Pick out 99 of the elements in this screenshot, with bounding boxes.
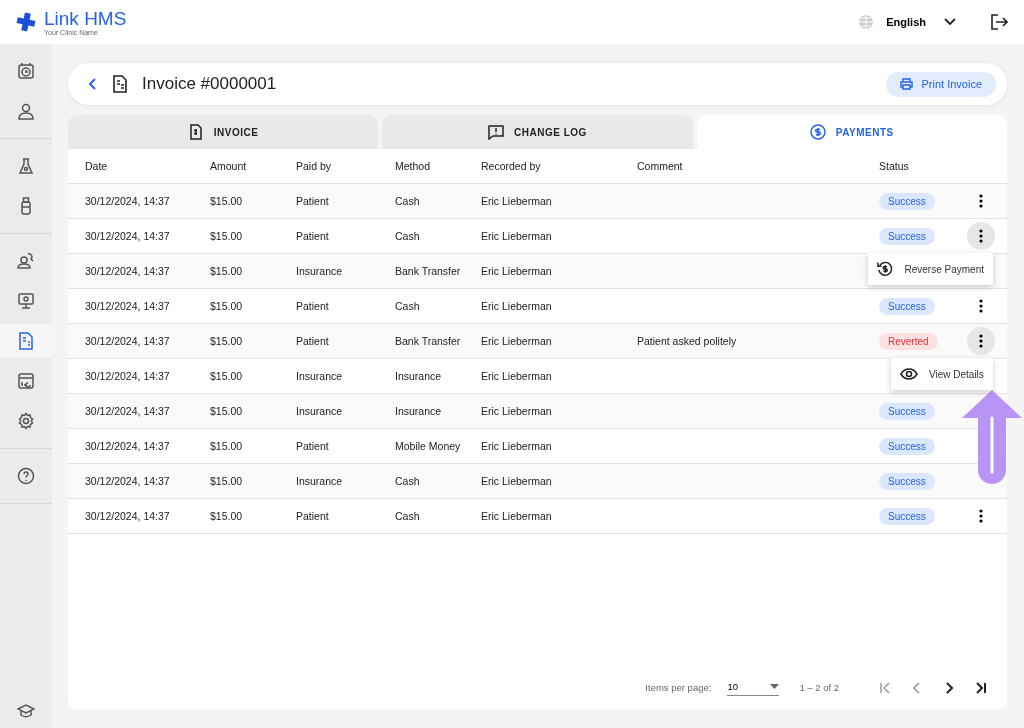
table-cell-text: Insurance bbox=[296, 265, 344, 277]
table-cell-text: Cash bbox=[395, 475, 421, 487]
table-cell-text: Eric Lieberman bbox=[481, 370, 553, 382]
table-cell-text: 30/12/2024, 14:37 bbox=[85, 335, 171, 347]
column-header: Amount bbox=[210, 160, 248, 172]
column-header: Comment bbox=[637, 160, 684, 172]
table-cell-text: Cash bbox=[395, 195, 421, 207]
page-range: 1 – 2 of 2 bbox=[799, 682, 839, 693]
table-cell-text: Eric Lieberman bbox=[481, 195, 553, 207]
menu-item[interactable]: Reverse Payment bbox=[868, 253, 993, 285]
table-cell-text: Insurance bbox=[395, 405, 443, 417]
table-cell-text: Patient bbox=[296, 300, 330, 312]
table-cell-text: Patient bbox=[296, 440, 330, 452]
tab[interactable]: CHANGE LOG bbox=[382, 115, 693, 149]
table-cell-text: $15.00 bbox=[210, 195, 244, 207]
column-header: Status bbox=[879, 160, 910, 172]
invoice-nav-icon[interactable] bbox=[0, 324, 52, 358]
table-cell-text: 30/12/2024, 14:37 bbox=[85, 370, 171, 382]
globe-icon bbox=[858, 14, 875, 30]
back-icon[interactable] bbox=[88, 77, 98, 91]
menu-item[interactable]: View Details bbox=[891, 358, 993, 390]
table-cell-text: 30/12/2024, 14:37 bbox=[85, 475, 171, 487]
status-badge: Success bbox=[879, 472, 935, 490]
print-button[interactable]: Print Invoice bbox=[886, 71, 996, 97]
page-title: Invoice #0000001 bbox=[142, 74, 277, 94]
table-cell-text: Patient bbox=[296, 195, 330, 207]
graduation-cap-icon[interactable] bbox=[17, 703, 35, 719]
table-cell-text: Cash bbox=[395, 510, 421, 522]
document-icon bbox=[112, 75, 128, 93]
status-badge: Reverted bbox=[879, 332, 938, 350]
dollar-icon bbox=[809, 124, 826, 140]
table-cell-text: Eric Lieberman bbox=[481, 335, 553, 347]
table-cell-text: Cash bbox=[395, 230, 421, 242]
logo-icon bbox=[16, 12, 36, 32]
status-badge: Success bbox=[879, 227, 935, 245]
page-size-select[interactable]: 10 bbox=[727, 679, 780, 696]
table-cell-text: Cash bbox=[395, 300, 421, 312]
language-select[interactable]: English bbox=[886, 16, 956, 28]
table-cell-text: Eric Lieberman bbox=[481, 440, 553, 452]
app-name: Link HMS bbox=[44, 8, 127, 28]
table-cell-text: Eric Lieberman bbox=[481, 265, 553, 277]
column-header: Recorded by bbox=[481, 160, 542, 172]
table-cell-text: Patient asked politely bbox=[637, 335, 738, 347]
chevron-down-icon bbox=[944, 18, 956, 26]
table-cell-text: Patient bbox=[296, 230, 330, 242]
last-page-icon[interactable] bbox=[975, 681, 987, 694]
table-cell-text: $15.00 bbox=[210, 300, 244, 312]
logout-icon[interactable] bbox=[990, 14, 1008, 30]
column-header: Date bbox=[85, 160, 109, 172]
status-badge: Success bbox=[879, 297, 935, 315]
status-badge: Success bbox=[879, 437, 935, 455]
table-cell-text: Patient bbox=[296, 510, 330, 522]
table-cell-text: 30/12/2024, 14:37 bbox=[85, 230, 171, 242]
table-cell-text: Eric Lieberman bbox=[481, 230, 553, 242]
table-cell-text: $15.00 bbox=[210, 370, 244, 382]
table-cell-text: $15.00 bbox=[210, 475, 244, 487]
status-badge: Success bbox=[879, 192, 935, 210]
table-cell-text: Bank Transfer bbox=[395, 265, 462, 277]
table-cell-text: Insurance bbox=[296, 405, 344, 417]
table-cell-text: Eric Lieberman bbox=[481, 300, 553, 312]
table-cell-text: 30/12/2024, 14:37 bbox=[85, 405, 171, 417]
items-per-page-label: Items per page: bbox=[645, 682, 712, 693]
more-icon[interactable] bbox=[967, 327, 995, 355]
table-cell-text: 30/12/2024, 14:37 bbox=[85, 265, 171, 277]
tab[interactable]: PAYMENTS bbox=[696, 115, 1007, 149]
table-cell-text: Eric Lieberman bbox=[481, 475, 553, 487]
column-header: Method bbox=[395, 160, 432, 172]
status-badge: Success bbox=[879, 507, 935, 525]
table-cell-text: Insurance bbox=[395, 370, 443, 382]
dollar-undo-icon bbox=[877, 260, 894, 278]
printer-icon bbox=[900, 78, 914, 90]
table-cell-text: Insurance bbox=[296, 475, 344, 487]
status-badge: Success bbox=[879, 402, 935, 420]
table-cell-text: 30/12/2024, 14:37 bbox=[85, 510, 171, 522]
next-page-icon[interactable] bbox=[943, 681, 955, 694]
document-icon bbox=[187, 124, 204, 140]
table-cell-text: $15.00 bbox=[210, 440, 244, 452]
table-cell-text: 30/12/2024, 14:37 bbox=[85, 300, 171, 312]
table-cell-text: Bank Transfer bbox=[395, 335, 462, 347]
table-cell-text: Insurance bbox=[296, 370, 344, 382]
table-cell-text: $15.00 bbox=[210, 265, 244, 277]
first-page-icon[interactable] bbox=[879, 681, 891, 694]
table-cell-text: Eric Lieberman bbox=[481, 405, 553, 417]
more-icon[interactable] bbox=[967, 222, 995, 250]
eye-icon bbox=[900, 368, 918, 380]
table-cell-text: $15.00 bbox=[210, 230, 244, 242]
table-cell-text: $15.00 bbox=[210, 335, 244, 347]
table-cell-text: 30/12/2024, 14:37 bbox=[85, 440, 171, 452]
table-cell-text: $15.00 bbox=[210, 405, 244, 417]
tab[interactable]: INVOICE bbox=[68, 115, 379, 149]
previous-page-icon[interactable] bbox=[911, 681, 923, 694]
table-cell-text: Eric Lieberman bbox=[481, 510, 553, 522]
table-cell-text: Mobile Money bbox=[395, 440, 462, 452]
comment-alert-icon bbox=[488, 124, 505, 140]
column-header: Paid by bbox=[296, 160, 333, 172]
table-cell-text: Patient bbox=[296, 335, 330, 347]
table-cell-text: 30/12/2024, 14:37 bbox=[85, 195, 171, 207]
caret-down-icon bbox=[770, 684, 780, 689]
table-cell-text: $15.00 bbox=[210, 510, 244, 522]
